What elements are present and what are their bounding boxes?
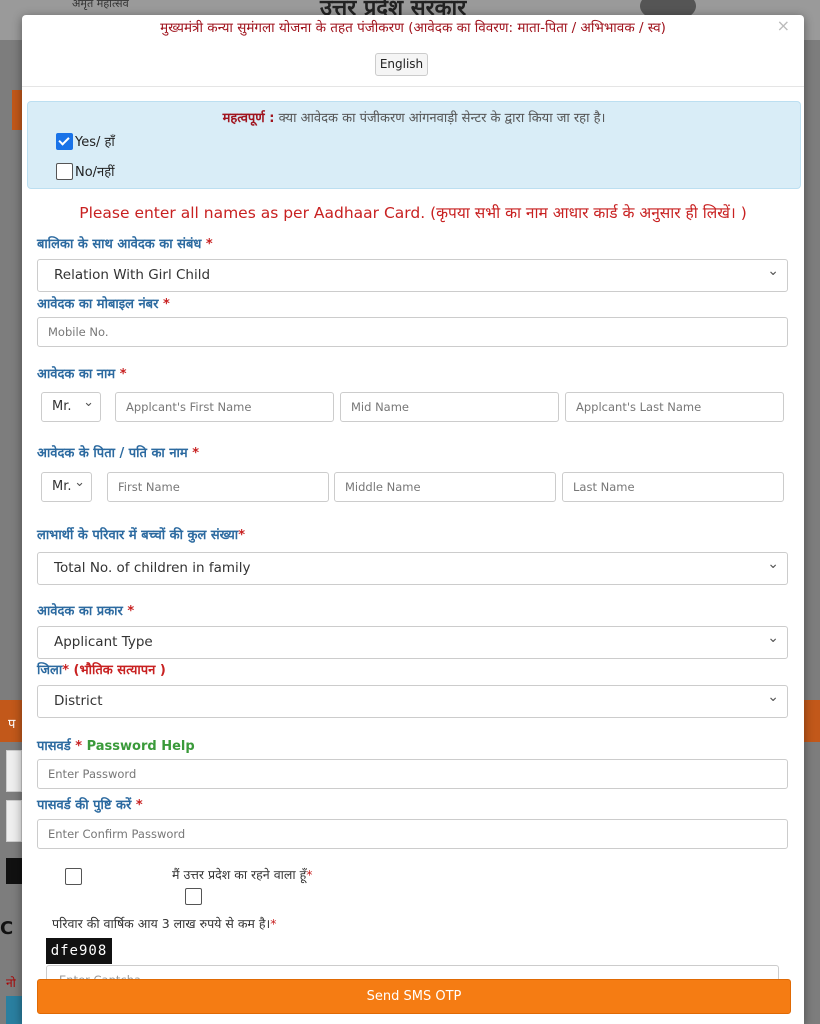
children-count-label: लाभार्थी के परिवार में बच्चों की कुल संख… xyxy=(37,528,245,543)
applicant-name-label: आवेदक का नाम * xyxy=(37,367,127,382)
modal-title: मुख्यमंत्री कन्या सुमंगला योजना के तहत प… xyxy=(160,20,666,36)
father-name-label: आवेदक के पिता / पति का नाम * xyxy=(37,446,200,461)
background-text: नो xyxy=(6,976,16,990)
father-first-name-input[interactable]: First Name xyxy=(107,472,329,502)
close-icon[interactable]: × xyxy=(777,16,790,35)
option-yes-label: Yes/ हाँ xyxy=(75,135,115,150)
applicant-type-label: आवेदक का प्रकार * xyxy=(37,604,135,619)
mobile-label: आवेदक का मोबाइल नंबर * xyxy=(37,297,170,312)
applicant-type-select[interactable]: Applicant Type xyxy=(37,623,788,659)
district-label: जिला* (भौतिक सत्यापन ) xyxy=(37,663,166,678)
alert-question-text: क्या आवेदक का पंजीकरण आंगनवाड़ी सेन्टर क… xyxy=(274,111,606,126)
divider xyxy=(22,86,804,87)
background-input xyxy=(6,750,22,792)
aadhaar-notice: Please enter all names as per Aadhaar Ca… xyxy=(79,204,747,222)
background-input xyxy=(6,800,22,842)
applicant-first-name-input[interactable]: Applcant's First Name xyxy=(115,392,334,422)
alert-question: महत्वपूर्ण : क्या आवेदक का पंजीकरण आंगनव… xyxy=(28,108,800,126)
confirm-password-input[interactable]: Enter Confirm Password xyxy=(37,819,788,849)
option-no[interactable]: No/नहीं xyxy=(56,162,115,180)
resident-declaration: मैं उत्तर प्रदेश का रहने वाला हूँ* xyxy=(172,867,313,882)
applicant-last-name-input[interactable]: Applcant's Last Name xyxy=(565,392,784,422)
password-input[interactable]: Enter Password xyxy=(37,759,788,789)
alert-important-label: महत्वपूर्ण : xyxy=(222,111,275,126)
checkbox-no[interactable] xyxy=(56,162,73,180)
applicant-mid-name-input[interactable]: Mid Name xyxy=(340,392,559,422)
option-no-label: No/नहीं xyxy=(75,165,115,180)
relation-label: बालिका के साथ आवेदक का संबंध * xyxy=(37,237,213,252)
resident-checkbox[interactable] xyxy=(65,868,82,885)
father-middle-name-input[interactable]: Middle Name xyxy=(334,472,556,502)
password-help-link[interactable]: Password Help xyxy=(87,739,195,754)
father-last-name-input[interactable]: Last Name xyxy=(562,472,784,502)
send-sms-otp-button[interactable]: Send SMS OTP xyxy=(37,979,791,1014)
relation-select[interactable]: Relation With Girl Child xyxy=(37,256,788,292)
background-text: C xyxy=(0,918,14,939)
background-dark-block xyxy=(6,858,22,884)
checkbox-yes[interactable] xyxy=(56,132,73,150)
anganwadi-alert: महत्वपूर्ण : क्या आवेदक का पंजीकरण आंगनव… xyxy=(27,101,801,189)
father-title-select[interactable]: Mr. xyxy=(41,469,92,502)
income-checkbox[interactable] xyxy=(185,888,202,905)
children-count-select[interactable]: Total No. of children in family xyxy=(37,549,788,585)
language-toggle-button[interactable]: English xyxy=(375,53,428,76)
option-yes[interactable]: Yes/ हाँ xyxy=(56,132,115,150)
mobile-input[interactable]: Mobile No. xyxy=(37,317,788,347)
background-text: प xyxy=(8,717,16,732)
captcha-image: dfe908 xyxy=(46,938,112,964)
registration-modal: मुख्यमंत्री कन्या सुमंगला योजना के तहत प… xyxy=(22,15,804,1024)
confirm-password-label: पासवर्ड की पुष्टि करें * xyxy=(37,798,143,813)
income-declaration: परिवार की वार्षिक आय 3 लाख रुपये से कम ह… xyxy=(52,916,277,931)
applicant-title-select[interactable]: Mr. xyxy=(41,389,101,422)
district-select[interactable]: District xyxy=(37,682,788,718)
site-subtitle: अमृत महोत्सव xyxy=(72,0,129,10)
password-label: पासवर्ड * Password Help xyxy=(37,739,195,754)
